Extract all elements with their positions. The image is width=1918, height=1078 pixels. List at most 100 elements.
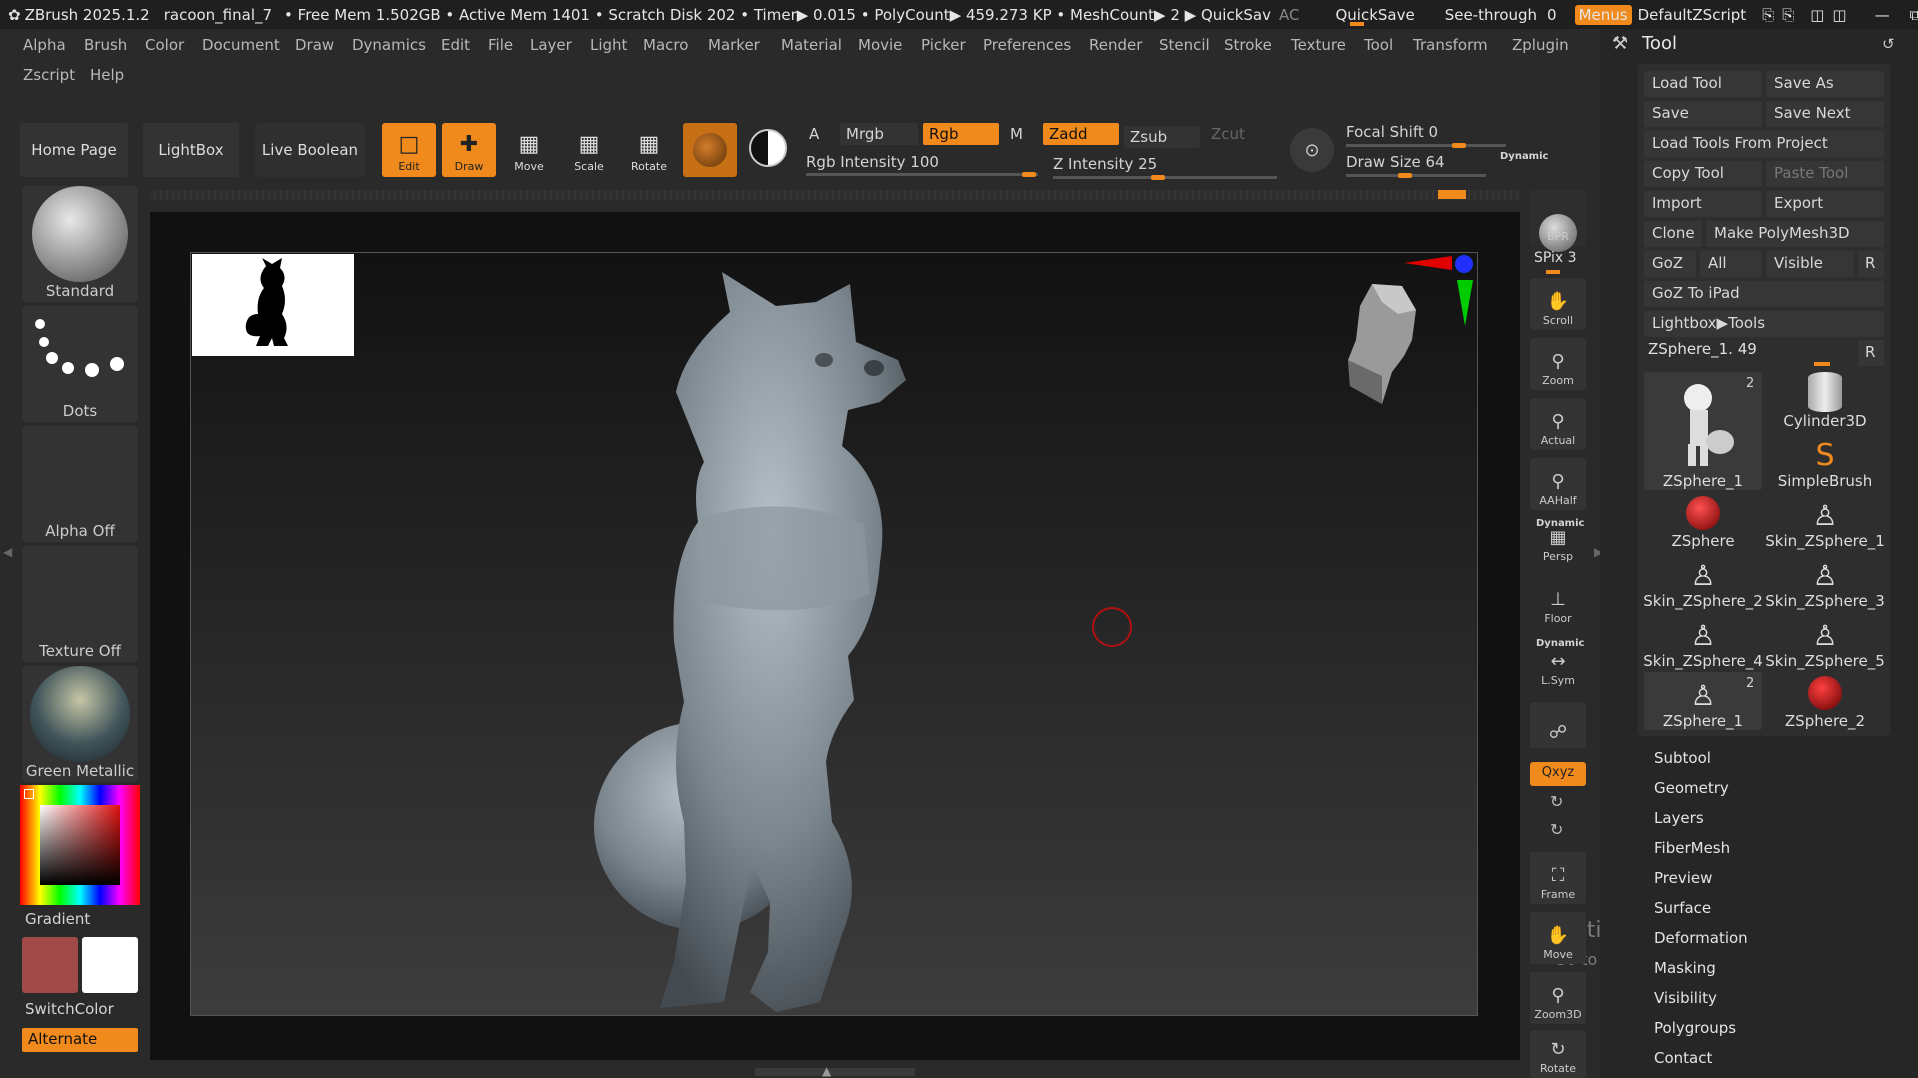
tool-palette-title[interactable]: Tool	[1642, 33, 1677, 54]
menu-movie[interactable]: Movie	[858, 36, 902, 54]
subpalette-layers[interactable]: Layers	[1654, 809, 1704, 827]
goz-visible-button[interactable]: Visible	[1766, 251, 1854, 277]
bpr-button[interactable]: BPR	[1530, 190, 1586, 252]
restore-icon[interactable]: ⧉	[1910, 6, 1918, 24]
subpalette-geometry[interactable]: Geometry	[1654, 779, 1729, 797]
menu-zplugin[interactable]: Zplugin	[1512, 36, 1569, 54]
lsym-button[interactable]: ↔ L.Sym	[1530, 651, 1586, 690]
subpalette-preview[interactable]: Preview	[1654, 869, 1712, 887]
zoom-button[interactable]: ⚲ Zoom	[1530, 338, 1586, 390]
draw-size-track[interactable]	[1346, 174, 1486, 177]
menu-stencil[interactable]: Stencil	[1159, 36, 1210, 54]
brush-preview-button[interactable]	[741, 123, 795, 177]
zoom3d-button[interactable]: ⚲ Zoom3D	[1530, 972, 1586, 1024]
menu-layer[interactable]: Layer	[530, 36, 572, 54]
zcut-toggle[interactable]: Zcut	[1205, 123, 1251, 145]
tool-thumb-skin-zsphere3[interactable]: ♙ Skin_ZSphere_3	[1765, 552, 1885, 611]
tool-thumb-zsphere[interactable]: ZSphere	[1644, 492, 1762, 550]
save-as-button[interactable]: Save As	[1766, 71, 1884, 97]
menu-preferences[interactable]: Preferences	[983, 36, 1071, 54]
current-tool-r-button[interactable]: R	[1858, 340, 1884, 366]
draw-size-label[interactable]: Draw Size 64	[1346, 153, 1445, 171]
raccoon-sculpt-mesh[interactable]	[580, 262, 1040, 1022]
rotate-button[interactable]: ▦ Rotate	[622, 123, 676, 177]
subpalette-subtool[interactable]: Subtool	[1654, 749, 1711, 767]
alternate-button[interactable]: Alternate	[22, 1028, 138, 1052]
save-next-button[interactable]: Save Next	[1766, 101, 1884, 127]
lightbox-tools-button[interactable]: Lightbox▶Tools	[1644, 311, 1884, 337]
rotate-nav-button[interactable]: ↻ Rotate	[1530, 1030, 1586, 1078]
focal-shift-label[interactable]: Focal Shift 0	[1346, 123, 1438, 141]
default-zscript-button[interactable]: DefaultZScript	[1638, 6, 1747, 24]
layout-icon-1[interactable]: ⎘	[1762, 6, 1774, 24]
layout-icon-4[interactable]: ◫	[1832, 6, 1846, 24]
goz-to-ipad-button[interactable]: GoZ To iPad	[1644, 281, 1884, 307]
alpha-selector[interactable]: Alpha Off	[22, 426, 138, 542]
current-tool-slider[interactable]: ZSphere_1. 49	[1648, 340, 1757, 358]
brush-selector[interactable]: Standard	[22, 186, 138, 302]
make-polymesh3d-button[interactable]: Make PolyMesh3D	[1706, 221, 1884, 247]
import-button[interactable]: Import	[1644, 191, 1762, 217]
tool-thumb-skin-zsphere2[interactable]: ♙ Skin_ZSphere_2	[1643, 552, 1763, 611]
menu-texture[interactable]: Texture	[1291, 36, 1346, 54]
lightbox-button[interactable]: LightBox	[143, 123, 239, 177]
subpalette-visibility[interactable]: Visibility	[1654, 989, 1717, 1007]
alpha-a-toggle[interactable]: A	[803, 123, 825, 145]
subpalette-contact[interactable]: Contact	[1654, 1049, 1712, 1067]
tool-thumb-cylinder3d[interactable]: Cylinder3D	[1766, 372, 1884, 430]
tool-thumb-simplebrush[interactable]: S SimpleBrush	[1766, 432, 1884, 491]
scale-button[interactable]: ▦ Scale	[562, 123, 616, 177]
zadd-toggle[interactable]: Zadd	[1043, 123, 1119, 145]
mrgb-toggle[interactable]: Mrgb	[840, 123, 918, 145]
menu-document[interactable]: Document	[202, 36, 280, 54]
menu-material[interactable]: Material	[781, 36, 842, 54]
move-button[interactable]: ▦ Move	[502, 123, 556, 177]
actual-button[interactable]: ⚲ Actual	[1530, 398, 1586, 450]
secondary-color-swatch[interactable]	[82, 937, 138, 993]
menu-zscript[interactable]: Zscript	[23, 66, 75, 84]
home-page-button[interactable]: Home Page	[20, 123, 128, 177]
menu-tool[interactable]: Tool	[1364, 36, 1393, 54]
zsub-toggle[interactable]: Zsub	[1124, 126, 1200, 148]
z-intensity-track[interactable]	[1053, 176, 1277, 179]
persp-button[interactable]: ▦ Persp	[1530, 527, 1586, 566]
edit-button[interactable]: □ Edit	[382, 123, 436, 177]
color-picker[interactable]	[20, 785, 140, 905]
rgb-intensity-track[interactable]	[806, 173, 1038, 176]
menu-color[interactable]: Color	[145, 36, 184, 54]
switchcolor-button[interactable]: SwitchColor	[25, 1000, 114, 1018]
material-sphere-button[interactable]	[683, 123, 737, 177]
m-toggle[interactable]: M	[1004, 123, 1029, 145]
goz-r-button[interactable]: R	[1858, 251, 1884, 277]
draw-button[interactable]: ✚ Draw	[442, 123, 496, 177]
frame-button[interactable]: ⛶ Frame	[1530, 852, 1586, 904]
goz-button[interactable]: GoZ	[1644, 251, 1696, 277]
menu-marker[interactable]: Marker	[708, 36, 760, 54]
gradient-label[interactable]: Gradient	[25, 910, 90, 928]
left-collapse-arrow-icon[interactable]: ◀	[3, 545, 12, 559]
subpalette-fibermesh[interactable]: FiberMesh	[1654, 839, 1730, 857]
xyz-button[interactable]: Qxyz	[1530, 762, 1586, 786]
tool-thumb-skin-zsphere4[interactable]: ♙ Skin_ZSphere_4	[1643, 612, 1763, 671]
tool-palette-reset-icon[interactable]: ↺	[1882, 35, 1895, 53]
scroll-button[interactable]: ✋ Scroll	[1530, 278, 1586, 330]
menu-render[interactable]: Render	[1089, 36, 1142, 54]
quicksave-button[interactable]: QuickSave	[1335, 6, 1414, 24]
layout-icon-2[interactable]: ⎘	[1782, 6, 1794, 24]
z-intensity-label[interactable]: Z Intensity 25	[1053, 155, 1157, 173]
live-boolean-button[interactable]: Live Boolean	[255, 123, 365, 177]
navigation-head-icon[interactable]	[1342, 280, 1422, 410]
menu-edit[interactable]: Edit	[441, 36, 470, 54]
seethrough-slider-label[interactable]: See-through	[1445, 6, 1537, 24]
move-nav-button[interactable]: ✋ Move	[1530, 912, 1586, 964]
color-picker-square[interactable]	[40, 805, 120, 885]
lock-button[interactable]: ☍	[1530, 702, 1586, 748]
rgb-toggle[interactable]: Rgb	[923, 123, 999, 145]
menu-help[interactable]: Help	[90, 66, 124, 84]
subpalette-deformation[interactable]: Deformation	[1654, 929, 1748, 947]
dynamic-toggle[interactable]: Dynamic	[1500, 151, 1548, 162]
menu-picker[interactable]: Picker	[921, 36, 966, 54]
menu-file[interactable]: File	[488, 36, 513, 54]
goz-all-button[interactable]: All	[1700, 251, 1762, 277]
tool-thumb-skin-zsphere5[interactable]: ♙ Skin_ZSphere_5	[1765, 612, 1885, 671]
